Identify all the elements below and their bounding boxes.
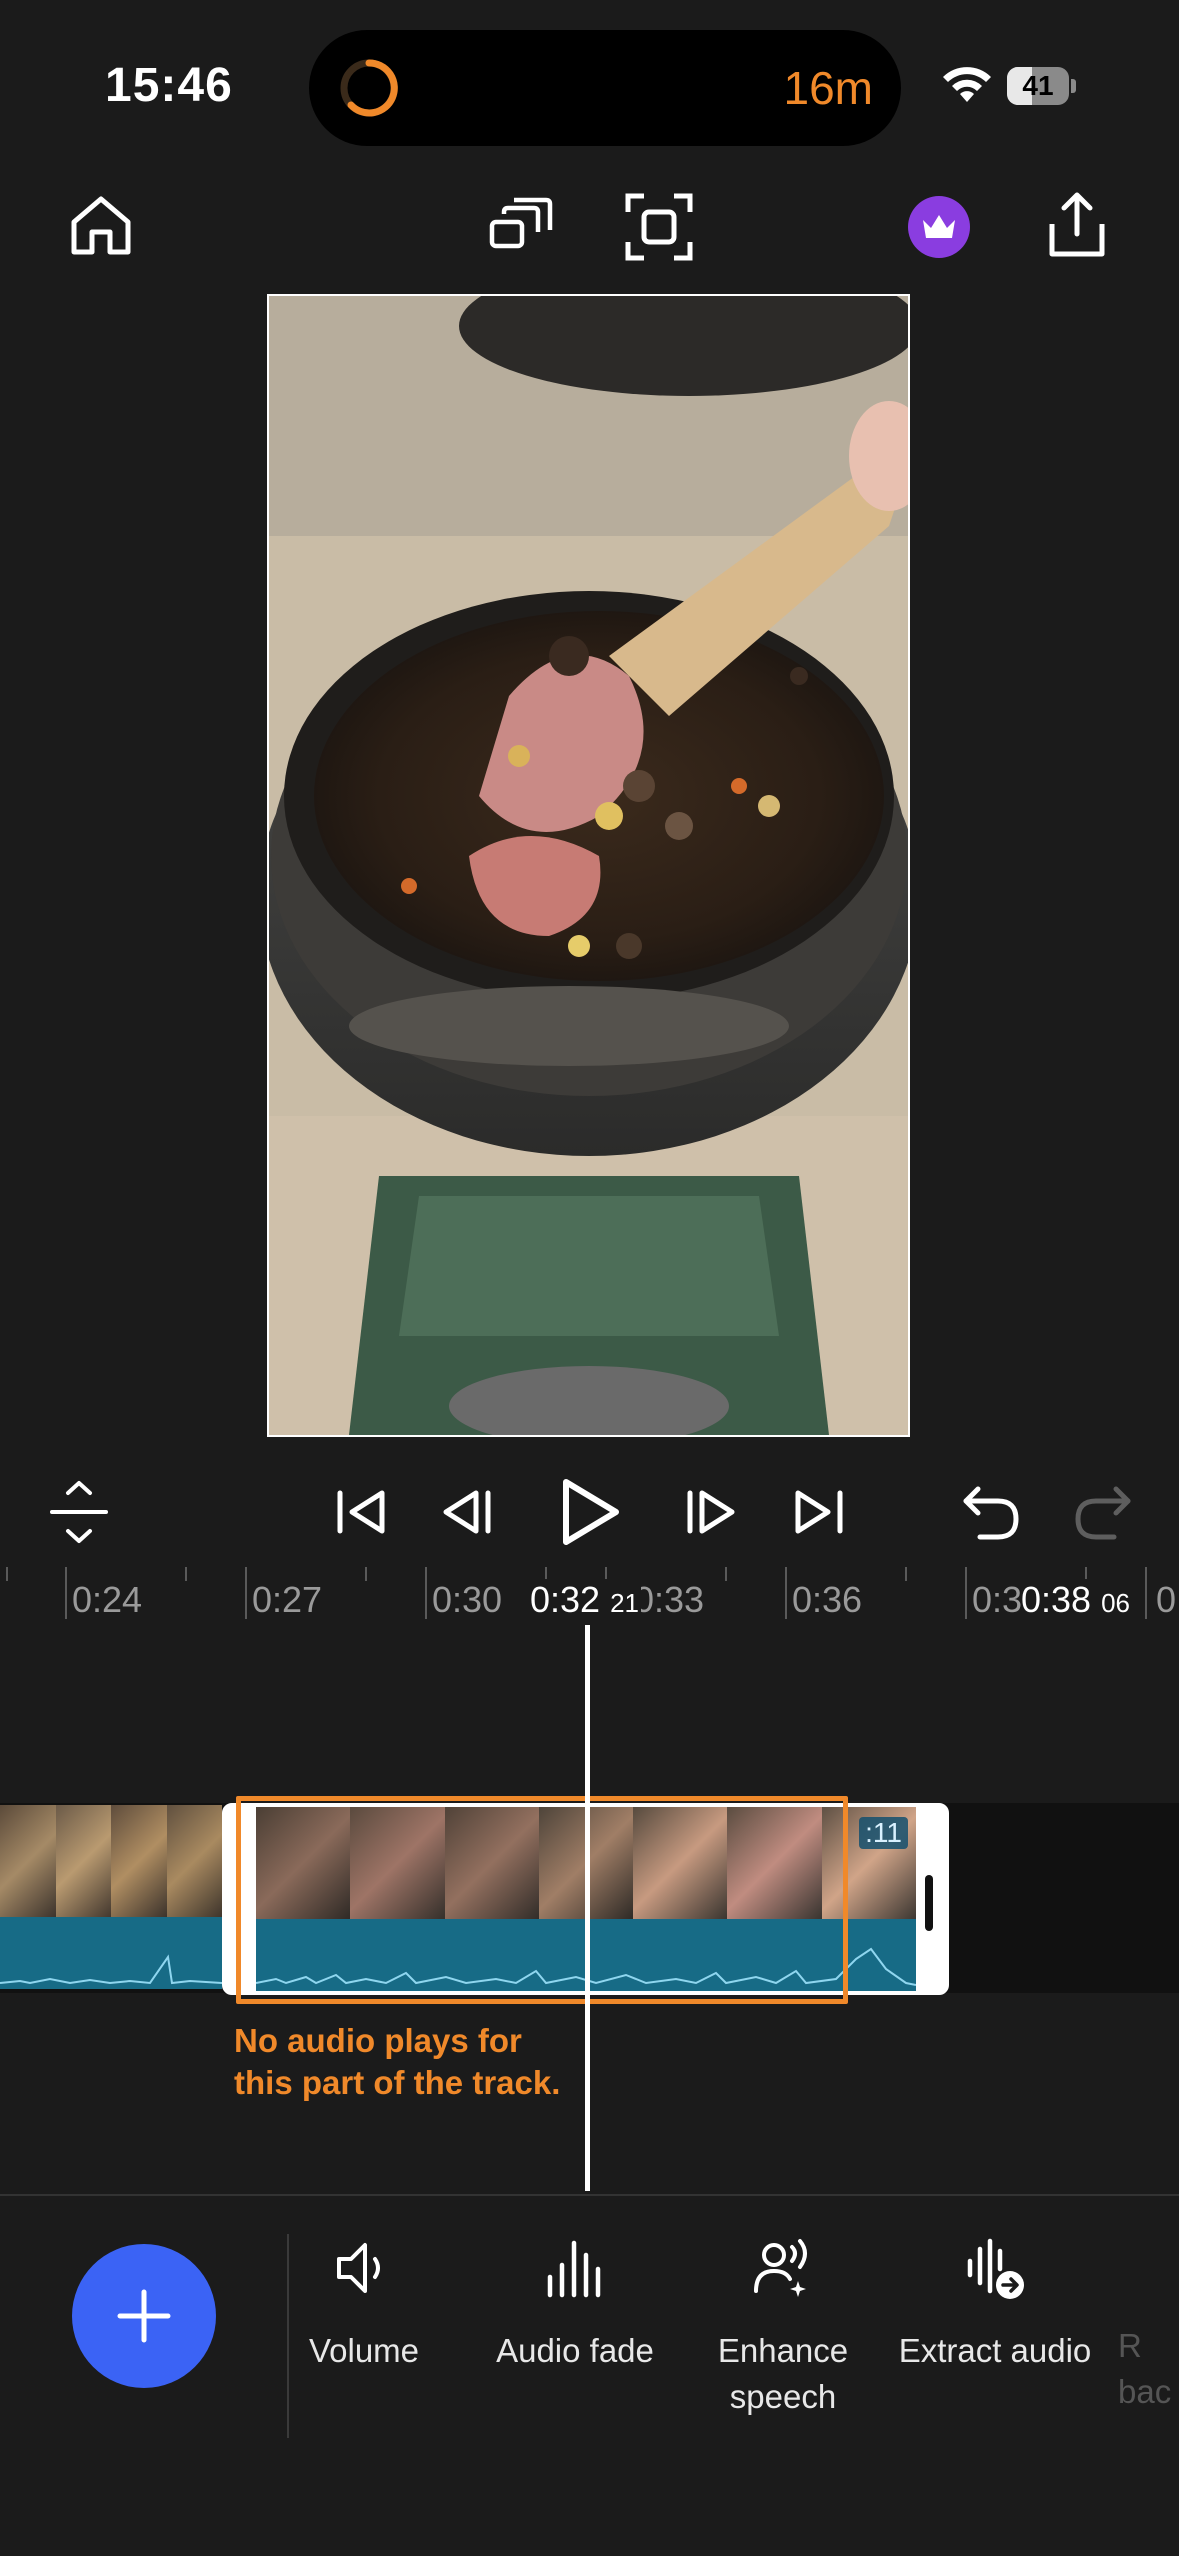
ruler-label: 0:24 bbox=[72, 1579, 143, 1620]
plus-icon bbox=[117, 2289, 171, 2343]
ruler-label: 0:30 bbox=[432, 1579, 503, 1620]
tool-extract-audio-label: Extract audio bbox=[898, 2332, 1092, 2369]
tick bbox=[65, 1567, 67, 1619]
battery-percentage: 41 bbox=[1022, 70, 1054, 101]
undo-icon[interactable] bbox=[958, 1479, 1024, 1545]
video-frame-image bbox=[269, 296, 908, 1435]
tick bbox=[1145, 1567, 1147, 1619]
end-time-label: 0:38 06 bbox=[1021, 1579, 1135, 1621]
bottom-bar-divider bbox=[0, 2194, 1179, 2196]
next-frame-icon[interactable] bbox=[676, 1479, 742, 1545]
ruler-label: 0:27 bbox=[252, 1579, 323, 1620]
tool-remove-background[interactable]: R bac bbox=[1118, 2235, 1179, 2415]
fit-frame-icon[interactable] bbox=[624, 192, 694, 262]
ruler-label: 0:3 bbox=[972, 1579, 1023, 1620]
tool-extract-audio[interactable]: Extract audio bbox=[892, 2235, 1098, 2374]
add-media-button[interactable] bbox=[72, 2244, 216, 2388]
tool-enhance-speech-label: Enhance speech bbox=[706, 2328, 860, 2420]
thumbnail bbox=[166, 1805, 222, 1917]
annotation-line-1: No audio plays for bbox=[234, 2022, 522, 2059]
waveform-graphic bbox=[0, 1954, 222, 1985]
ruler-label: 0:36 bbox=[792, 1579, 863, 1620]
previous-clip-waveform bbox=[0, 1917, 222, 1989]
remove-background-icon bbox=[1118, 2235, 1179, 2301]
status-time: 15:46 bbox=[105, 59, 233, 112]
tool-remove-background-label: R bac bbox=[1118, 2323, 1179, 2415]
dynamic-island[interactable]: 16m bbox=[309, 30, 901, 146]
audio-fade-icon bbox=[547, 2240, 601, 2298]
silent-region-annotation: No audio plays for this part of the trac… bbox=[234, 2020, 560, 2104]
wifi-icon bbox=[943, 67, 991, 102]
tool-audio-fade-label: Audio fade bbox=[496, 2332, 654, 2369]
tool-enhance-speech-label-line1: Enhance bbox=[717, 2332, 849, 2369]
ruler-edge-label: 0 bbox=[1156, 1579, 1177, 1620]
tick bbox=[785, 1567, 787, 1619]
end-frames: 06 bbox=[1101, 1588, 1131, 1618]
tool-divider bbox=[287, 2234, 289, 2438]
video-preview[interactable] bbox=[267, 294, 910, 1437]
tool-audio-fade[interactable]: Audio fade bbox=[480, 2235, 670, 2374]
previous-clip-thumbnails bbox=[0, 1805, 222, 1917]
activity-ring-icon bbox=[340, 59, 398, 117]
battery-nub bbox=[1071, 79, 1076, 93]
annotation-line-2: this part of the track. bbox=[234, 2064, 561, 2101]
premium-button[interactable] bbox=[908, 196, 970, 258]
previous-clip[interactable] bbox=[0, 1805, 222, 1993]
tick bbox=[905, 1567, 907, 1581]
volume-icon bbox=[337, 2243, 380, 2293]
play-icon[interactable] bbox=[550, 1474, 626, 1550]
clip-duration-badge: :11 bbox=[859, 1817, 908, 1849]
current-time: 0:32 bbox=[530, 1579, 601, 1620]
extract-audio-icon bbox=[967, 2238, 1024, 2299]
tool-enhance-speech[interactable]: Enhance speech bbox=[706, 2235, 860, 2420]
silent-region-highlight bbox=[236, 1796, 848, 2004]
thumbnail bbox=[111, 1805, 167, 1917]
thumbnail bbox=[0, 1805, 56, 1917]
tick bbox=[725, 1567, 727, 1581]
end-time: 0:38 bbox=[1021, 1579, 1092, 1620]
home-icon[interactable] bbox=[66, 190, 136, 260]
activity-timer: 16m bbox=[783, 62, 873, 114]
skip-to-end-icon[interactable] bbox=[786, 1479, 852, 1545]
current-time-label: 0:32 21 bbox=[530, 1579, 642, 1621]
tick bbox=[365, 1567, 367, 1581]
tool-remove-background-label-line2: bac bbox=[1118, 2373, 1172, 2410]
tick bbox=[965, 1567, 967, 1619]
collapse-icon[interactable] bbox=[46, 1479, 112, 1545]
tick bbox=[425, 1567, 427, 1619]
share-icon[interactable] bbox=[1042, 190, 1112, 260]
tool-enhance-speech-label-line2: speech bbox=[729, 2378, 837, 2415]
clip-trim-handle[interactable] bbox=[925, 1875, 933, 1931]
tick bbox=[6, 1567, 8, 1581]
tool-volume[interactable]: Volume bbox=[300, 2235, 428, 2374]
ruler-label: 0:33 bbox=[634, 1579, 705, 1620]
tool-remove-background-label-line1: R bbox=[1118, 2327, 1142, 2364]
enhance-speech-icon bbox=[754, 2239, 807, 2297]
battery-indicator: 41 bbox=[1007, 67, 1077, 105]
previous-frame-icon[interactable] bbox=[436, 1479, 502, 1545]
tick bbox=[185, 1567, 187, 1581]
current-frames: 21 bbox=[610, 1588, 640, 1618]
tool-volume-label: Volume bbox=[308, 2332, 420, 2369]
thumbnail bbox=[55, 1805, 111, 1917]
skip-to-start-icon[interactable] bbox=[328, 1479, 394, 1545]
aspect-ratio-icon[interactable] bbox=[486, 192, 556, 262]
playhead[interactable] bbox=[585, 1625, 590, 2191]
redo-icon[interactable] bbox=[1070, 1479, 1136, 1545]
tick bbox=[245, 1567, 247, 1619]
premium-crown-icon bbox=[923, 215, 955, 238]
